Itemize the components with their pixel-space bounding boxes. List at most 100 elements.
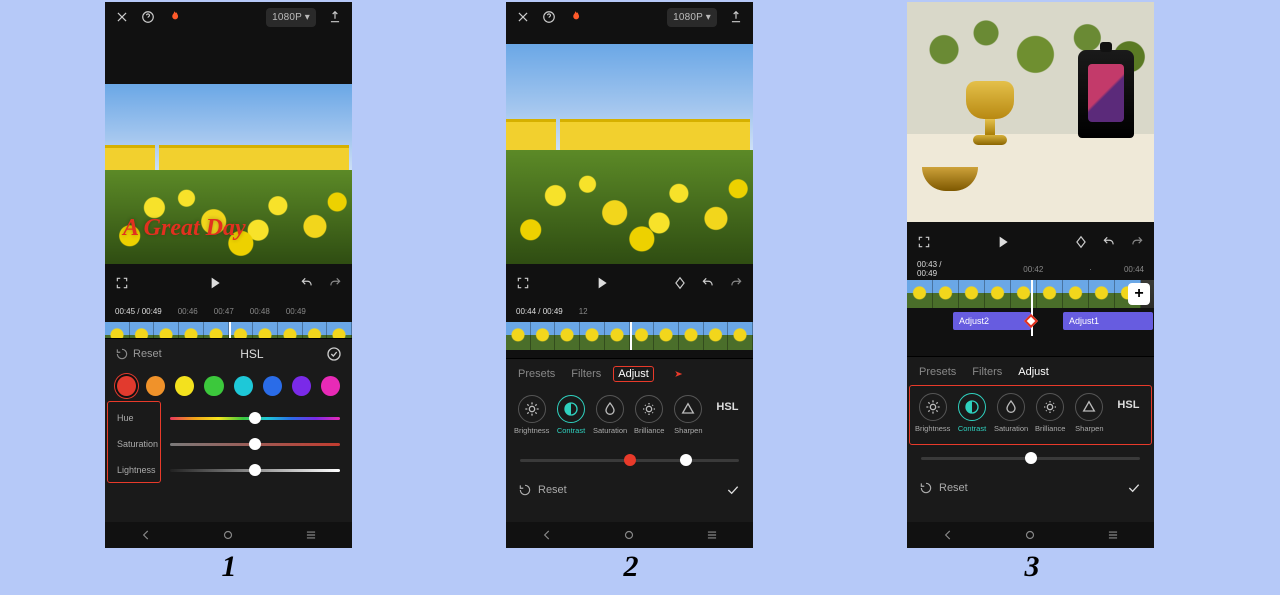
- resolution-badge[interactable]: 1080P ▾: [266, 8, 316, 27]
- nav-recents-icon[interactable]: [705, 528, 719, 542]
- play-icon[interactable]: [995, 234, 1011, 250]
- phone-2: 1080P ▾ 00:44 / 00:49 12: [506, 2, 753, 548]
- reset-label[interactable]: Reset: [133, 348, 162, 360]
- flame-icon[interactable]: [167, 10, 181, 24]
- swatch-purple[interactable]: [292, 376, 311, 396]
- fullscreen-icon[interactable]: [917, 235, 931, 249]
- keyframe-icon[interactable]: [1074, 235, 1088, 249]
- swatch-green[interactable]: [204, 376, 223, 396]
- export-icon[interactable]: [729, 10, 743, 24]
- swatch-magenta[interactable]: [321, 376, 340, 396]
- nav-home-icon[interactable]: [221, 528, 235, 542]
- panel-tabs: Presets Filters Adjust: [506, 359, 753, 389]
- swatch-blue[interactable]: [263, 376, 282, 396]
- nav-back-icon[interactable]: [941, 528, 955, 542]
- reset-icon[interactable]: [919, 481, 933, 495]
- redo-icon[interactable]: [1130, 235, 1144, 249]
- nav-back-icon[interactable]: [139, 528, 153, 542]
- swatch-yellow[interactable]: [175, 376, 194, 396]
- timeline-ticks: 00:43 / 00:49 00:42 · 00:44: [907, 260, 1154, 278]
- tab-adjust[interactable]: Adjust: [613, 366, 654, 382]
- slider-hue[interactable]: [170, 417, 340, 420]
- tab-presets[interactable]: Presets: [919, 366, 956, 378]
- keyframe-icon[interactable]: [673, 276, 687, 290]
- adj-brightness[interactable]: Brightness: [915, 393, 950, 433]
- nav-home-icon[interactable]: [622, 528, 636, 542]
- timeline-ticks: 00:45 / 00:49 00:4600:4700:4800:49: [105, 302, 352, 320]
- undo-icon[interactable]: [701, 276, 715, 290]
- nav-recents-icon[interactable]: [304, 528, 318, 542]
- step-number-1: 1: [209, 552, 249, 582]
- play-icon[interactable]: [207, 275, 223, 291]
- nav-back-icon[interactable]: [540, 528, 554, 542]
- fullscreen-icon[interactable]: [115, 276, 129, 290]
- slider-contrast[interactable]: [520, 459, 739, 462]
- close-icon[interactable]: [115, 10, 129, 24]
- slider-lightness[interactable]: [170, 469, 340, 472]
- android-nav: [907, 522, 1154, 548]
- reset-label[interactable]: Reset: [939, 482, 968, 494]
- swatch-cyan[interactable]: [234, 376, 253, 396]
- close-icon[interactable]: [516, 10, 530, 24]
- adj-contrast[interactable]: Contrast: [553, 395, 588, 435]
- video-preview[interactable]: [506, 44, 753, 264]
- android-nav: [105, 522, 352, 548]
- adj-saturation[interactable]: Saturation: [593, 395, 628, 435]
- slider-label-lightness: Lightness: [117, 465, 162, 475]
- slider-label-saturation: Saturation: [117, 439, 162, 449]
- confirm-icon[interactable]: [725, 482, 741, 498]
- tab-filters[interactable]: Filters: [972, 366, 1002, 378]
- confirm-icon[interactable]: [326, 346, 342, 362]
- adj-sharpen[interactable]: Sharpen: [1072, 393, 1107, 433]
- resolution-badge[interactable]: 1080P ▾: [667, 8, 717, 27]
- android-nav: [506, 522, 753, 548]
- export-icon[interactable]: [328, 10, 342, 24]
- panel-tabs: Presets Filters Adjust: [907, 357, 1154, 387]
- help-icon[interactable]: [141, 10, 155, 24]
- video-preview[interactable]: A Great Day: [105, 84, 352, 264]
- nav-recents-icon[interactable]: [1106, 528, 1120, 542]
- phone-1: 1080P ▾ A Great Day 00:45 / 00:49 00:460…: [105, 2, 352, 548]
- undo-icon[interactable]: [300, 276, 314, 290]
- swatch-red[interactable]: [117, 376, 136, 396]
- adj-saturation[interactable]: Saturation: [994, 393, 1029, 433]
- reset-label[interactable]: Reset: [538, 484, 567, 496]
- adj-contrast[interactable]: Contrast: [954, 393, 989, 433]
- adj-hsl[interactable]: HSL: [710, 395, 745, 413]
- color-swatch-row: [105, 369, 352, 403]
- step-number-2: 2: [611, 552, 651, 582]
- play-icon[interactable]: [594, 275, 610, 291]
- confirm-icon[interactable]: [1126, 480, 1142, 496]
- redo-icon[interactable]: [328, 276, 342, 290]
- tab-adjust[interactable]: Adjust: [1018, 366, 1049, 378]
- overlay-title: A Great Day: [123, 216, 246, 240]
- adj-brilliance[interactable]: Brilliance: [632, 395, 667, 435]
- arrow-pointer-icon: [670, 367, 684, 381]
- adj-sharpen[interactable]: Sharpen: [671, 395, 706, 435]
- segment-adjust2[interactable]: Adjust2: [953, 312, 1031, 330]
- swatch-orange[interactable]: [146, 376, 165, 396]
- help-icon[interactable]: [542, 10, 556, 24]
- video-preview[interactable]: [907, 2, 1154, 222]
- slider-saturation[interactable]: [170, 443, 340, 446]
- segment-adjust1[interactable]: Adjust1: [1063, 312, 1153, 330]
- timeline-ticks: 00:44 / 00:49 12: [506, 302, 753, 320]
- adjust-items-row: Brightness Contrast Saturation Brillianc…: [907, 387, 1154, 443]
- adjust-items-row: Brightness Contrast Saturation Brillianc…: [506, 389, 753, 445]
- adj-brightness[interactable]: Brightness: [514, 395, 549, 435]
- tab-filters[interactable]: Filters: [571, 368, 601, 380]
- reset-icon[interactable]: [115, 347, 129, 361]
- adj-hsl[interactable]: HSL: [1111, 393, 1146, 411]
- fullscreen-icon[interactable]: [516, 276, 530, 290]
- slider-contrast[interactable]: [921, 457, 1140, 460]
- undo-icon[interactable]: [1102, 235, 1116, 249]
- prop-goblet: [966, 81, 1014, 155]
- flame-icon[interactable]: [568, 10, 582, 24]
- tab-presets[interactable]: Presets: [518, 368, 555, 380]
- reset-icon[interactable]: [518, 483, 532, 497]
- adj-brilliance[interactable]: Brilliance: [1033, 393, 1068, 433]
- step-number-3: 3: [1012, 552, 1052, 582]
- redo-icon[interactable]: [729, 276, 743, 290]
- nav-home-icon[interactable]: [1023, 528, 1037, 542]
- add-clip-button[interactable]: +: [1128, 283, 1150, 305]
